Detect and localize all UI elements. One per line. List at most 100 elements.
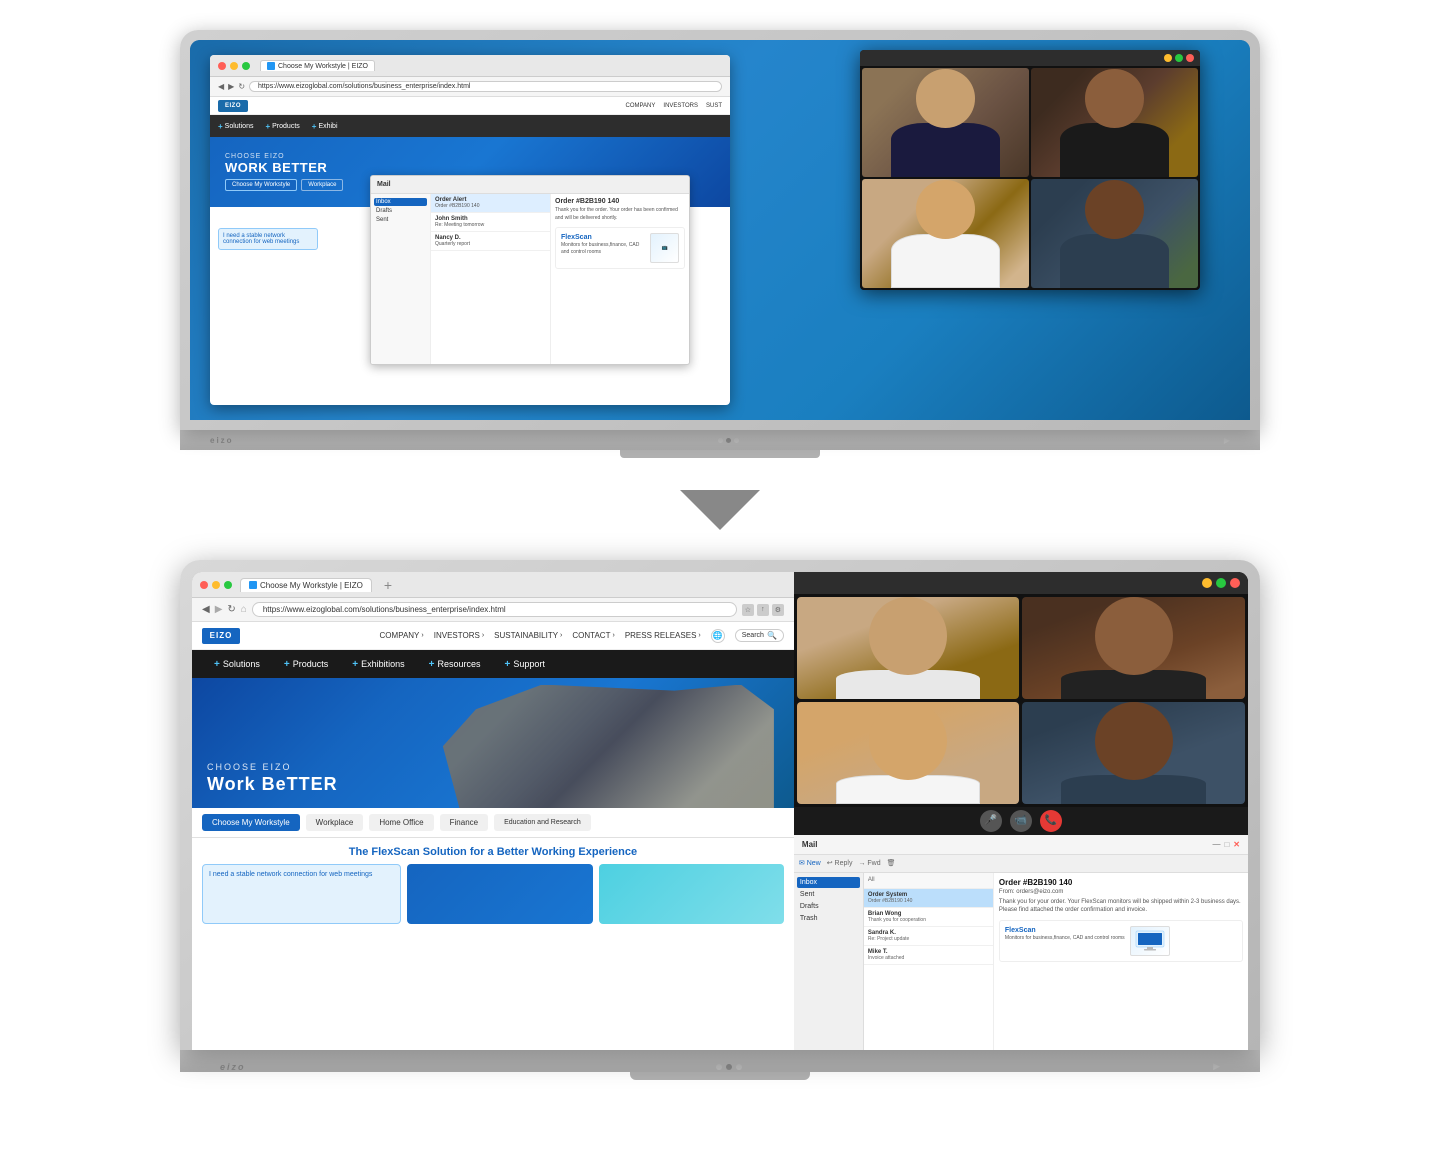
close-btn-bottom[interactable] — [200, 581, 208, 589]
plus-icon-exhibitions-small: + — [312, 122, 317, 131]
email-item-3[interactable]: Nancy D. Quarterly report — [431, 232, 550, 251]
email-title-controls: — □ ✕ — [1212, 840, 1240, 849]
flexscan-monitor-img-small: 📺 — [650, 233, 679, 263]
monitor-outer-bottom: Choose My Workstyle | EIZO + ◀ ▶ ↻ ⌂ — [180, 560, 1260, 1050]
choose-eizo-small: CHOOSE EIZO — [225, 153, 343, 160]
email-body-bottom: Inbox Sent Drafts Trash All — [794, 873, 1248, 1050]
email-list-item-2[interactable]: Brian Wong Thank you for cooperation — [864, 908, 993, 927]
url-icon-3[interactable]: ⚙ — [772, 604, 784, 616]
email-title-small: Mail — [377, 181, 391, 188]
delete-email-btn[interactable]: 🗑 — [887, 859, 896, 867]
nav-press-bottom[interactable]: PRESS RELEASES › — [625, 631, 701, 640]
menu-resources-bottom[interactable]: + Resources — [417, 650, 493, 678]
email-close-icon[interactable]: ✕ — [1233, 840, 1240, 849]
vc-close-small[interactable] — [1186, 54, 1194, 62]
tab-title-bottom: Choose My Workstyle | EIZO — [260, 581, 363, 590]
email-list-item-1[interactable]: Order System Order #B2B190 140 — [864, 889, 993, 908]
nav-contact-bottom[interactable]: CONTACT › — [572, 631, 614, 640]
tab-finance[interactable]: Finance — [440, 814, 488, 831]
nav-sust-bottom[interactable]: SUSTAINABILITY › — [494, 631, 562, 640]
product-cards-bottom: I need a stable network connection for w… — [202, 864, 784, 924]
tab-choose-workstyle[interactable]: Choose My Workstyle — [202, 814, 300, 831]
menu-support-bottom[interactable]: + Support — [493, 650, 557, 678]
website-header-bottom: EIZO COMPANY › INVESTORS › — [192, 622, 794, 650]
tab-workplace[interactable]: Workplace — [306, 814, 364, 831]
nav-sust-small[interactable]: SUST — [706, 103, 722, 109]
browser-tab-bottom[interactable]: Choose My Workstyle | EIZO — [240, 578, 372, 592]
workplace-btn-small[interactable]: Workplace — [301, 179, 343, 191]
nav-investors-small[interactable]: INVESTORS — [663, 103, 698, 109]
plus-exhibitions-bottom: + — [352, 659, 358, 670]
email-minimize-icon[interactable]: — — [1212, 840, 1220, 849]
product-card-blue-2[interactable] — [599, 864, 784, 924]
menu-solutions-small[interactable]: + Solutions — [218, 122, 253, 131]
url-icon-1[interactable]: ☆ — [742, 604, 754, 616]
email-list-item-4[interactable]: Mike T. Invoice attached — [864, 946, 993, 965]
choose-workstyle-btn-small[interactable]: Choose My Workstyle — [225, 179, 297, 191]
email-drafts-small[interactable]: Drafts — [374, 207, 427, 215]
menu-exhibitions-bottom[interactable]: + Exhibitions — [340, 650, 416, 678]
vc-min-small[interactable] — [1164, 54, 1172, 62]
nav-investors-bottom[interactable]: INVESTORS › — [434, 631, 484, 640]
browser-tab-small[interactable]: Choose My Workstyle | EIZO — [260, 60, 375, 71]
email-item-1[interactable]: Order Alert Order #B2B190 140 — [431, 194, 550, 213]
nav-company-small[interactable]: COMPANY — [626, 103, 656, 109]
vc-cell-2-bottom — [1022, 597, 1245, 699]
email-folder-drafts[interactable]: Drafts — [797, 901, 860, 912]
email-maximize-icon[interactable]: □ — [1224, 840, 1229, 849]
url-bar-small[interactable]: https://www.eizoglobal.com/solutions/bus… — [249, 81, 722, 92]
vc-max-bottom[interactable] — [1216, 578, 1226, 588]
email-folder-trash[interactable]: Trash — [797, 913, 860, 924]
nav-company-bottom[interactable]: COMPANY › — [380, 631, 424, 640]
reply-btn[interactable]: ↩ Reply — [827, 859, 853, 867]
tab-home-office[interactable]: Home Office — [369, 814, 433, 831]
home-btn[interactable]: ⌂ — [241, 604, 247, 615]
end-call-btn[interactable]: 📞 — [1040, 810, 1062, 832]
search-icon[interactable]: 🔍 — [767, 631, 777, 640]
monitor-base-top — [620, 450, 820, 458]
email-list-item-3[interactable]: Sandra K. Re: Project update — [864, 927, 993, 946]
vc-max-small[interactable] — [1175, 54, 1183, 62]
menu-solutions-bottom[interactable]: + Solutions — [202, 650, 272, 678]
min-btn-small[interactable] — [230, 62, 238, 70]
product-card-network[interactable]: I need a stable network connection for w… — [202, 864, 401, 924]
reload-btn[interactable]: ↻ — [227, 604, 235, 615]
email-folder-sent[interactable]: Sent — [797, 889, 860, 900]
globe-icon[interactable]: 🌐 — [711, 629, 725, 643]
vc-cell-4-bottom — [1022, 702, 1245, 804]
plus-support-bottom: + — [505, 659, 511, 670]
tab-education[interactable]: Education and Research — [494, 814, 591, 831]
new-email-btn[interactable]: ✉ New — [799, 859, 821, 867]
vc-grid-bottom — [794, 594, 1248, 807]
add-tab-btn[interactable]: + — [384, 577, 392, 593]
max-btn-bottom[interactable] — [224, 581, 232, 589]
vc-close-bottom[interactable] — [1230, 578, 1240, 588]
email-folder-inbox[interactable]: Inbox — [797, 877, 860, 888]
menu-exhibitions-small[interactable]: + Exhibi — [312, 122, 338, 131]
url-bar-bottom[interactable]: https://www.eizoglobal.com/solutions/bus… — [252, 602, 737, 617]
hero-bottom: CHOOSE EIZO Work BeTTER — [192, 678, 794, 808]
product-card-blue-1[interactable] — [407, 864, 592, 924]
dot-b-2 — [726, 1064, 732, 1070]
vc-min-bottom[interactable] — [1202, 578, 1212, 588]
vc-head-3 — [869, 702, 947, 780]
person-figure-4 — [1031, 179, 1198, 288]
forward-email-btn[interactable]: → Fwd — [858, 860, 880, 867]
chevron-contact: › — [612, 632, 614, 639]
cam-btn[interactable]: 📹 — [1010, 810, 1032, 832]
back-btn[interactable]: ◀ — [202, 604, 210, 615]
menu-products-bottom[interactable]: + Products — [272, 650, 340, 678]
close-btn-small[interactable] — [218, 62, 226, 70]
search-bar-bottom[interactable]: Search 🔍 — [735, 629, 784, 642]
email-item-2[interactable]: John Smith Re: Meeting tomorrow — [431, 213, 550, 232]
monitor-svg — [1135, 930, 1165, 952]
email-inbox-small[interactable]: Inbox — [374, 198, 427, 206]
min-btn-bottom[interactable] — [212, 581, 220, 589]
max-btn-small[interactable] — [242, 62, 250, 70]
menu-products-small[interactable]: + Products — [265, 122, 299, 131]
url-icon-2[interactable]: ↑ — [757, 604, 769, 616]
email-body-text: Thank you for the order. Your order has … — [555, 207, 685, 222]
forward-btn[interactable]: ▶ — [215, 604, 223, 615]
email-sent-small[interactable]: Sent — [374, 216, 427, 224]
mic-btn[interactable]: 🎤 — [980, 810, 1002, 832]
